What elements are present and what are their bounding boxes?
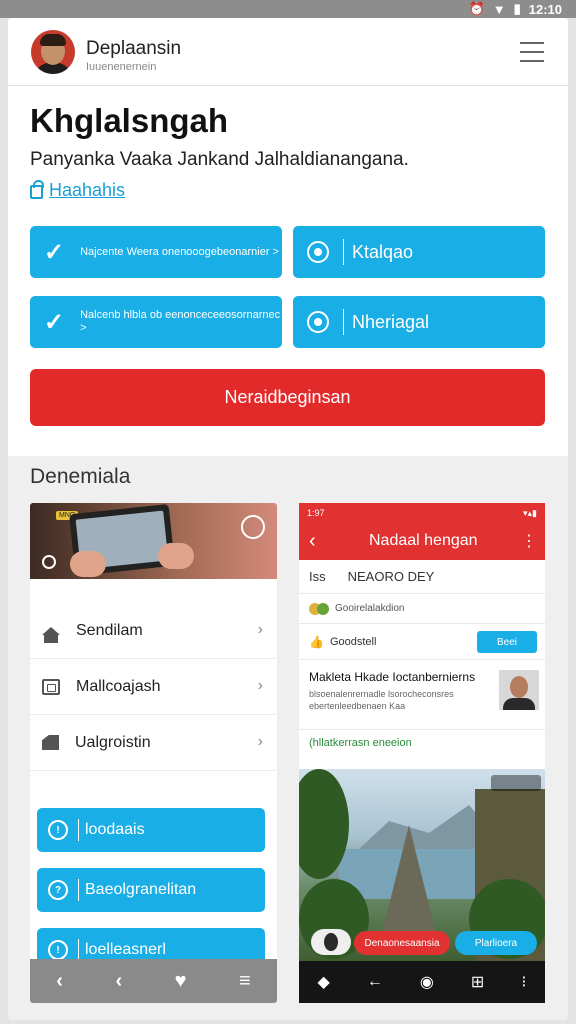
back-icon[interactable]: ‹ <box>56 970 63 993</box>
detail-value: NEAORO DEY <box>347 569 435 584</box>
app-subtitle: Iuuenenernein <box>86 61 157 73</box>
chevron-right-icon: › <box>257 677 263 694</box>
hamburger-menu-icon[interactable] <box>520 42 544 62</box>
photo-badge <box>491 775 541 791</box>
link-label: Haahahis <box>49 180 126 200</box>
right-status-time: 1:97 <box>307 508 325 518</box>
detail-text: Gooirelalakdion <box>335 603 405 614</box>
right-status-bar: 1:97 ▾▴▮ <box>299 503 545 523</box>
section-title: Denemiala <box>30 465 131 488</box>
verify-button-2[interactable]: ✓ Nalcenb hlbla ob eenonceceeosornarnec … <box>30 296 282 348</box>
alert-icon: ! <box>48 940 68 960</box>
info-icon: ! <box>48 820 68 840</box>
settings-button-1-label: Ktalqao <box>352 241 414 262</box>
detail-row: 👍 Goodstell Beei <box>299 624 545 660</box>
page-subtitle: Panyanka Vaaka Jankand Jalhaldianangana. <box>30 149 409 170</box>
gear-icon <box>307 241 329 263</box>
profile-photo <box>499 670 539 710</box>
right-app-bar: ‹ Nadaal hengan ⋮ <box>299 523 545 560</box>
back-arrow-icon[interactable]: ← <box>367 973 383 991</box>
list-item-building[interactable]: Ualgroistin › <box>30 715 277 771</box>
chat-icon: ? <box>48 880 68 900</box>
wifi-icon: ▼ <box>492 1 506 17</box>
prev-icon[interactable]: ‹ <box>115 970 122 993</box>
red-pill-button[interactable]: Denaonesaansia <box>354 931 450 955</box>
action-button-2[interactable]: ? Baeolgranelitan <box>37 868 265 912</box>
more-icon[interactable]: ⁝ <box>521 972 526 992</box>
detail-row: Gooirelalakdion <box>299 594 545 624</box>
row-action-button[interactable]: Beei <box>477 631 537 653</box>
screen: Deplaansin Iuuenenernein Khglalsngah Pan… <box>8 18 568 1020</box>
app-bar: Deplaansin Iuuenenernein <box>8 18 568 86</box>
verify-button-1[interactable]: ✓ Najcente Weera onenooogebeonarnier > <box>30 226 282 278</box>
status-time: 12:10 <box>528 1 562 17</box>
profile-card-desc: blsoenalenrernadle lsorocheconsres ebert… <box>309 689 454 711</box>
signal-icon: ▾▴▮ <box>523 507 537 518</box>
list-item-label: Mallcoajash <box>76 677 161 695</box>
avatar[interactable] <box>31 30 75 74</box>
settings-list: Sendilam › Mallcoajash › Ualgroistin › <box>30 603 277 771</box>
right-preview-card: 1:97 ▾▴▮ ‹ Nadaal hengan ⋮ Iss NEAORO DE… <box>299 503 545 1003</box>
more-vert-icon[interactable]: ⋮ <box>521 531 537 551</box>
chevron-right-icon: › <box>257 621 263 638</box>
settings-button-1[interactable]: Ktalqao <box>293 226 545 278</box>
check-icon: ✓ <box>44 238 65 266</box>
heart-icon[interactable]: ♥ <box>175 970 187 993</box>
list-item-home[interactable]: Sendilam › <box>30 603 277 659</box>
detail-row: Iss NEAORO DEY <box>299 560 545 594</box>
camera-icon[interactable]: ◉ <box>420 972 434 992</box>
profile-card-title: Makleta Hkade Ioctanbernierns <box>309 670 476 684</box>
action-button-1[interactable]: ! loodaais <box>37 808 265 852</box>
detail-key: Iss <box>309 569 326 584</box>
gallery-icon[interactable] <box>42 555 56 569</box>
camera-icon[interactable] <box>241 515 265 539</box>
action-button-3-label: loelleasnerl <box>85 941 166 958</box>
grid-icon[interactable]: ⊞ <box>471 972 484 992</box>
lock-icon <box>30 179 44 199</box>
settings-button-2-label: Nheriagal <box>352 311 430 332</box>
lock-link[interactable]: Haahahis <box>30 179 126 201</box>
green-link[interactable]: (hllatkerrasn eneeion <box>309 737 412 749</box>
menu-icon[interactable]: ≡ <box>239 970 251 993</box>
list-item-image[interactable]: Mallcoajash › <box>30 659 277 715</box>
left-nav-bar: ‹ ‹ ♥ ≡ <box>30 959 277 1003</box>
gear-icon <box>307 311 329 333</box>
action-button-1-label: loodaais <box>85 821 145 838</box>
thumbs-up-icon: 👍 <box>309 634 324 649</box>
right-nav-bar: ◆ ← ◉ ⊞ ⁝ <box>299 961 545 1003</box>
battery-icon: ▮ <box>513 1 521 16</box>
app-name: Deplaansin <box>86 38 182 59</box>
landscape-photo: Denaonesaansia Plarlioera <box>299 769 545 961</box>
check-icon: ✓ <box>44 308 65 336</box>
page-title: Khglalsngah <box>30 102 229 139</box>
home-icon <box>42 626 60 643</box>
profile-card[interactable]: Makleta Hkade Ioctanbernierns blsoenalen… <box>299 662 545 730</box>
top-panel: Deplaansin Iuuenenernein Khglalsngah Pan… <box>8 18 568 456</box>
primary-action-button[interactable]: Neraidbeginsan <box>30 369 545 426</box>
list-item-label: Sendilam <box>76 621 143 639</box>
verify-button-2-label: Nalcenb hlbla ob eenonceceeosornarnec > <box>80 309 281 334</box>
blue-pill-button[interactable]: Plarlioera <box>455 931 537 955</box>
alarm-icon: ⏰ <box>468 1 485 16</box>
diamond-icon[interactable]: ◆ <box>318 972 330 992</box>
action-button-2-label: Baeolgranelitan <box>85 881 197 898</box>
left-preview-card: MNO Sendilam › Mallcoajash › Ualgroistin… <box>30 503 277 1003</box>
settings-button-2[interactable]: Nheriagal <box>293 296 545 348</box>
detail-text: Goodstell <box>329 635 377 648</box>
list-item-label: Ualgroistin <box>75 733 151 751</box>
status-bar: ⏰ ▼ ▮ 12:10 <box>0 0 576 18</box>
chevron-right-icon: › <box>257 733 263 750</box>
back-icon[interactable]: ‹ <box>309 530 316 553</box>
right-title: Nadaal hengan <box>369 532 478 549</box>
building-icon <box>42 735 59 750</box>
image-icon <box>42 678 60 695</box>
avatar[interactable] <box>311 929 351 955</box>
tablet-photo: MNO <box>30 503 277 579</box>
verify-button-1-label: Najcente Weera onenooogebeonarnier > <box>80 245 279 258</box>
